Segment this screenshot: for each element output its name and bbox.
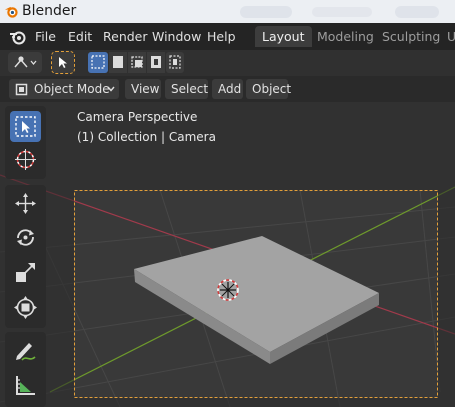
tab-more[interactable]: U — [440, 26, 455, 47]
3d-cursor-icon — [217, 279, 239, 301]
window-titlebar: Blender — [0, 0, 455, 23]
blurred-region — [312, 7, 372, 17]
tool-rotate[interactable] — [10, 222, 41, 253]
menu-add[interactable]: Add — [212, 79, 243, 99]
orientation-gizmo-icon — [14, 56, 37, 68]
blurred-region — [395, 6, 439, 18]
tool-cursor[interactable] — [10, 144, 41, 175]
object-mode-dropdown[interactable]: Object Mode — [9, 79, 119, 99]
tab-modeling[interactable]: Modeling — [310, 26, 381, 47]
annotate-icon — [16, 343, 36, 361]
rotate-icon — [17, 229, 34, 246]
select-box-icon — [15, 116, 36, 137]
object-mode-label: Object Mode — [34, 82, 110, 96]
menu-view[interactable]: View — [125, 79, 161, 99]
blender-logo-icon — [4, 6, 18, 18]
toolbar-transform-group — [5, 185, 46, 328]
menu-help[interactable]: Help — [207, 27, 236, 46]
menu-object[interactable]: Object — [246, 79, 291, 99]
move-icon — [15, 193, 36, 214]
cursor-arrow-icon — [59, 57, 67, 68]
collection-label: (1) Collection | Camera — [77, 130, 216, 144]
cursor-icon — [15, 149, 36, 170]
menu-window[interactable]: Window — [152, 27, 201, 46]
selection-mode-group — [88, 52, 184, 73]
tab-sculpting[interactable]: Sculpting — [375, 26, 447, 47]
toolbar-annotate-group — [5, 332, 46, 407]
scale-icon — [16, 263, 35, 282]
tool-transform[interactable] — [10, 292, 41, 323]
tool-select-box[interactable] — [10, 111, 41, 142]
transform-icon — [14, 296, 37, 319]
tool-annotate[interactable] — [10, 335, 41, 366]
chevron-down-icon — [107, 86, 115, 92]
object-mode-icon — [15, 83, 28, 96]
blurred-region — [240, 6, 292, 18]
3d-viewport[interactable]: Camera Perspective (1) Collection | Came… — [0, 102, 455, 407]
menu-select[interactable]: Select — [165, 79, 208, 99]
blender-menu-icon[interactable] — [9, 28, 27, 46]
tool-scale[interactable] — [10, 257, 41, 288]
tool-move[interactable] — [10, 188, 41, 219]
menu-edit[interactable]: Edit — [68, 27, 92, 46]
tool-settings-bar — [0, 50, 455, 76]
window-title: Blender — [22, 3, 77, 19]
top-menubar: File Edit Render Window Help Layout Mode… — [0, 23, 455, 50]
tab-layout[interactable]: Layout — [255, 26, 312, 47]
menu-file[interactable]: File — [35, 27, 56, 46]
camera-perspective-label: Camera Perspective — [77, 110, 198, 124]
menu-render[interactable]: Render — [103, 27, 148, 46]
toolbar-select-group — [5, 106, 46, 179]
tool-select-button[interactable] — [51, 51, 75, 74]
tool-measure[interactable] — [10, 370, 41, 401]
measure-icon — [16, 376, 35, 395]
viewport-header: Object Mode View Select Add Object — [0, 76, 455, 102]
orientation-dropdown[interactable] — [8, 52, 42, 73]
viewport-scene — [0, 102, 455, 407]
